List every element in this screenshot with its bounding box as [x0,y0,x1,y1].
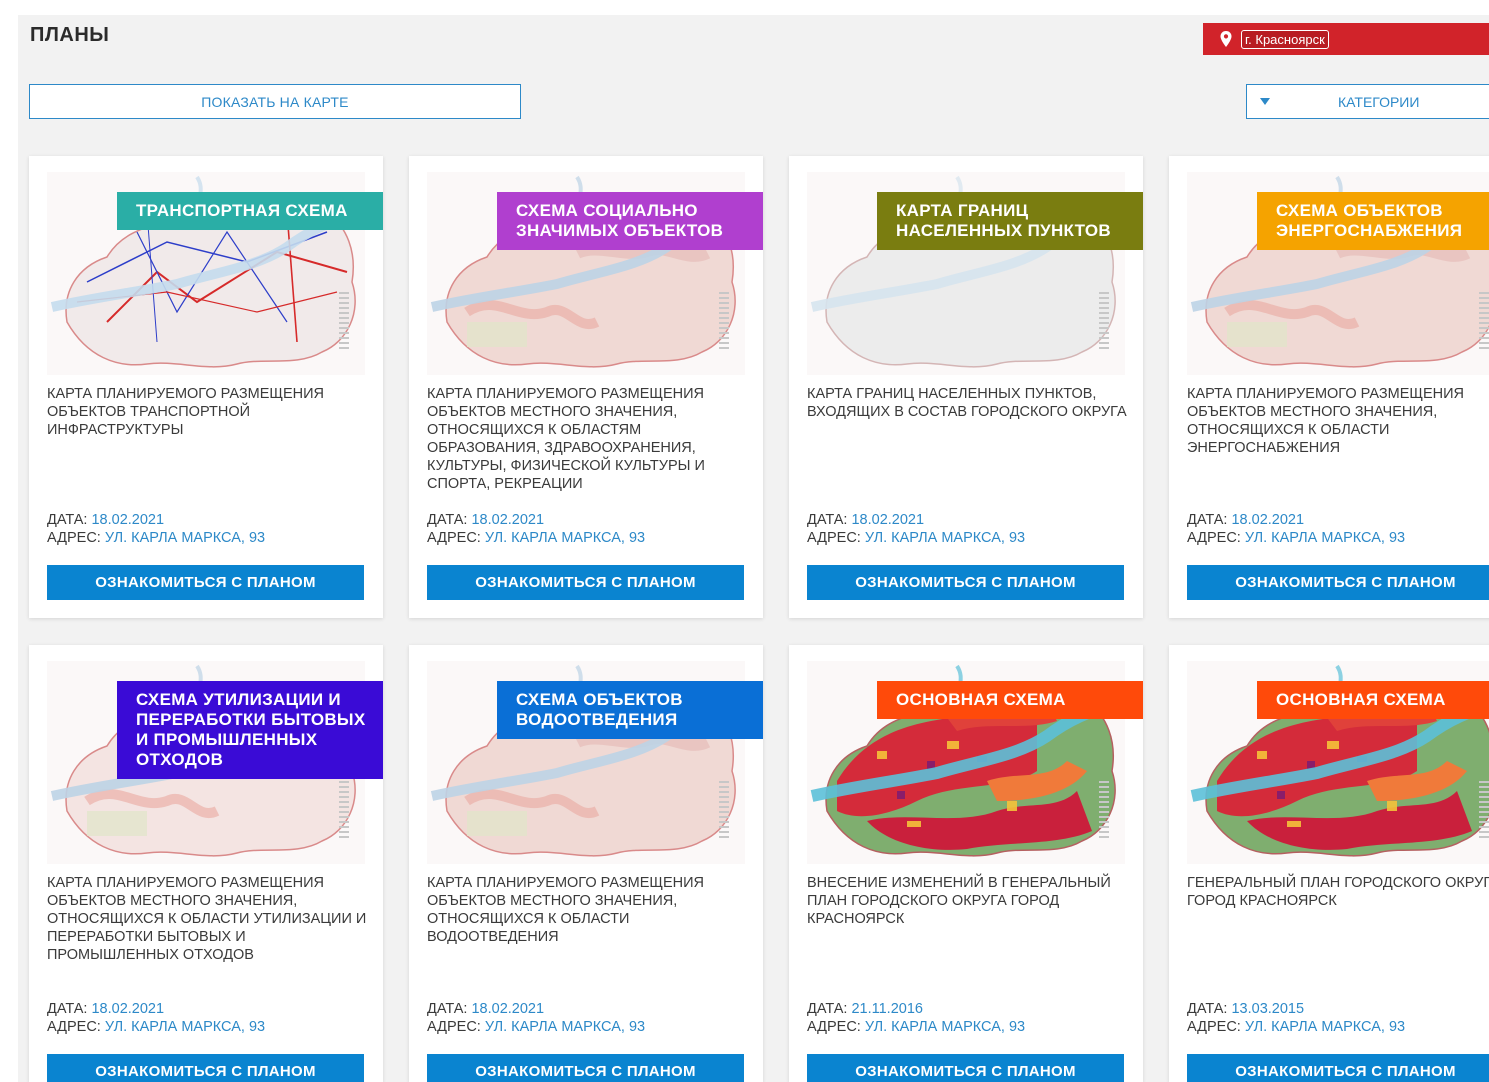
address-link[interactable]: УЛ. КАРЛА МАРКСА, 93 [485,530,645,546]
view-plan-button[interactable]: ОЗНАКОМИТЬСЯ С ПЛАНОМ [807,1054,1124,1082]
view-plan-button[interactable]: ОЗНАКОМИТЬСЯ С ПЛАНОМ [1187,1054,1489,1082]
view-plan-button[interactable]: ОЗНАКОМИТЬСЯ С ПЛАНОМ [47,1054,364,1082]
plan-description: ВНЕСЕНИЕ ИЗМЕНЕНИЙ В ГЕНЕРАЛЬНЫЙ ПЛАН ГО… [807,875,1111,927]
date-row: ДАТА: 18.02.2021 [47,1000,377,1018]
date-label: ДАТА: [427,512,468,528]
address-link[interactable]: УЛ. КАРЛА МАРКСА, 93 [485,1019,645,1035]
category-label: ОСНОВНАЯ СХЕМА [1257,681,1489,719]
address-label: АДРЕС: [807,530,861,546]
address-row: АДРЕС: УЛ. КАРЛА МАРКСА, 93 [427,1018,757,1036]
plan-description: КАРТА ПЛАНИРУЕМОГО РАЗМЕЩЕНИЯ ОБЪЕКТОВ М… [427,386,705,492]
plan-description: ГЕНЕРАЛЬНЫЙ ПЛАН ГОРОДСКОГО ОКРУГА ГОРОД… [1187,875,1489,909]
plan-meta: ДАТА: 18.02.2021 АДРЕС: УЛ. КАРЛА МАРКСА… [427,1000,757,1036]
address-link[interactable]: УЛ. КАРЛА МАРКСА, 93 [105,1019,265,1035]
address-row: АДРЕС: УЛ. КАРЛА МАРКСА, 93 [807,1018,1137,1036]
location-pin-icon [1219,31,1233,47]
plan-description: КАРТА ПЛАНИРУЕМОГО РАЗМЕЩЕНИЯ ОБЪЕКТОВ Т… [47,386,325,438]
show-on-map-button[interactable]: ПОКАЗАТЬ НА КАРТЕ [29,84,521,119]
city-label[interactable]: г. Красноярск [1241,29,1329,49]
date-label: ДАТА: [47,512,88,528]
plan-meta: ДАТА: 18.02.2021 АДРЕС: УЛ. КАРЛА МАРКСА… [427,511,757,547]
date-row: ДАТА: 18.02.2021 [47,511,377,529]
category-label: КАРТА ГРАНИЦ НАСЕЛЕННЫХ ПУНКТОВ [877,192,1143,250]
city-selector[interactable]: г. Красноярск [1203,23,1489,55]
address-label: АДРЕС: [807,1019,861,1035]
address-label: АДРЕС: [1187,530,1241,546]
category-label: ОСНОВНАЯ СХЕМА [877,681,1143,719]
date-label: ДАТА: [1187,512,1228,528]
address-label: АДРЕС: [47,1019,101,1035]
plan-meta: ДАТА: 18.02.2021 АДРЕС: УЛ. КАРЛА МАРКСА… [47,511,377,547]
date-row: ДАТА: 18.02.2021 [1187,511,1489,529]
address-link[interactable]: УЛ. КАРЛА МАРКСА, 93 [1245,1019,1405,1035]
address-link[interactable]: УЛ. КАРЛА МАРКСА, 93 [105,530,265,546]
plan-card[interactable]: КАРТА ГРАНИЦ НАСЕЛЕННЫХ ПУНКТОВ КАРТА ГР… [789,156,1143,618]
categories-label: КАТЕГОРИИ [1338,93,1420,110]
date-row: ДАТА: 13.03.2015 [1187,1000,1489,1018]
category-label: ТРАНСПОРТНАЯ СХЕМА [117,192,383,230]
date-row: ДАТА: 18.02.2021 [807,511,1137,529]
date-value: 18.02.2021 [91,512,165,528]
address-link[interactable]: УЛ. КАРЛА МАРКСА, 93 [865,530,1025,546]
address-label: АДРЕС: [427,1019,481,1035]
plan-meta: ДАТА: 18.02.2021 АДРЕС: УЛ. КАРЛА МАРКСА… [47,1000,377,1036]
date-row: ДАТА: 18.02.2021 [427,1000,757,1018]
plan-description: КАРТА ГРАНИЦ НАСЕЛЕННЫХ ПУНКТОВ, ВХОДЯЩИ… [807,386,1127,420]
date-value: 18.02.2021 [91,1001,165,1017]
address-row: АДРЕС: УЛ. КАРЛА МАРКСА, 93 [427,529,757,547]
plan-card[interactable]: СХЕМА СОЦИАЛЬНО ЗНАЧИМЫХ ОБЪЕКТОВ КАРТА … [409,156,763,618]
address-row: АДРЕС: УЛ. КАРЛА МАРКСА, 93 [807,529,1137,547]
categories-dropdown[interactable]: КАТЕГОРИИ [1246,84,1489,119]
view-plan-button[interactable]: ОЗНАКОМИТЬСЯ С ПЛАНОМ [427,1054,744,1082]
address-link[interactable]: УЛ. КАРЛА МАРКСА, 93 [865,1019,1025,1035]
address-row: АДРЕС: УЛ. КАРЛА МАРКСА, 93 [1187,529,1489,547]
date-value: 18.02.2021 [471,512,545,528]
plan-card[interactable]: СХЕМА УТИЛИЗАЦИИ И ПЕРЕРАБОТКИ БЫТОВЫХ И… [29,645,383,1082]
date-label: ДАТА: [807,1001,848,1017]
address-row: АДРЕС: УЛ. КАРЛА МАРКСА, 93 [47,1018,377,1036]
plan-meta: ДАТА: 18.02.2021 АДРЕС: УЛ. КАРЛА МАРКСА… [1187,511,1489,547]
date-label: ДАТА: [427,1001,468,1017]
category-label: СХЕМА СОЦИАЛЬНО ЗНАЧИМЫХ ОБЪЕКТОВ [497,192,763,250]
plan-meta: ДАТА: 18.02.2021 АДРЕС: УЛ. КАРЛА МАРКСА… [807,511,1137,547]
date-row: ДАТА: 18.02.2021 [427,511,757,529]
plan-description: КАРТА ПЛАНИРУЕМОГО РАЗМЕЩЕНИЯ ОБЪЕКТОВ М… [427,875,705,945]
plan-meta: ДАТА: 13.03.2015 АДРЕС: УЛ. КАРЛА МАРКСА… [1187,1000,1489,1036]
plan-card[interactable]: ОСНОВНАЯ СХЕМА ВНЕСЕНИЕ ИЗМЕНЕНИЙ В ГЕНЕ… [789,645,1143,1082]
date-value: 18.02.2021 [851,512,925,528]
date-value: 13.03.2015 [1231,1001,1305,1017]
address-link[interactable]: УЛ. КАРЛА МАРКСА, 93 [1245,530,1405,546]
plan-description: КАРТА ПЛАНИРУЕМОГО РАЗМЕЩЕНИЯ ОБЪЕКТОВ М… [47,875,367,963]
date-label: ДАТА: [807,512,848,528]
plan-card[interactable]: СХЕМА ОБЪЕКТОВ ВОДООТВЕДЕНИЯ КАРТА ПЛАНИ… [409,645,763,1082]
caret-down-icon [1260,98,1270,105]
date-value: 18.02.2021 [471,1001,545,1017]
view-plan-button[interactable]: ОЗНАКОМИТЬСЯ С ПЛАНОМ [1187,565,1489,600]
date-value: 21.11.2016 [851,1001,923,1017]
category-label: СХЕМА УТИЛИЗАЦИИ И ПЕРЕРАБОТКИ БЫТОВЫХ И… [117,681,383,779]
page-title: ПЛАНЫ [30,24,110,46]
view-plan-button[interactable]: ОЗНАКОМИТЬСЯ С ПЛАНОМ [427,565,744,600]
category-label: СХЕМА ОБЪЕКТОВ ЭНЕРГОСНАБЖЕНИЯ [1257,192,1489,250]
view-plan-button[interactable]: ОЗНАКОМИТЬСЯ С ПЛАНОМ [47,565,364,600]
plan-card[interactable]: СХЕМА ОБЪЕКТОВ ЭНЕРГОСНАБЖЕНИЯ КАРТА ПЛА… [1169,156,1489,618]
date-label: ДАТА: [1187,1001,1228,1017]
address-label: АДРЕС: [47,530,101,546]
view-plan-button[interactable]: ОЗНАКОМИТЬСЯ С ПЛАНОМ [807,565,1124,600]
plan-description: КАРТА ПЛАНИРУЕМОГО РАЗМЕЩЕНИЯ ОБЪЕКТОВ М… [1187,386,1465,456]
category-label: СХЕМА ОБЪЕКТОВ ВОДООТВЕДЕНИЯ [497,681,763,739]
date-row: ДАТА: 21.11.2016 [807,1000,1137,1018]
address-row: АДРЕС: УЛ. КАРЛА МАРКСА, 93 [47,529,377,547]
plan-card[interactable]: ОСНОВНАЯ СХЕМА ГЕНЕРАЛЬНЫЙ ПЛАН ГОРОДСКО… [1169,645,1489,1082]
plan-meta: ДАТА: 21.11.2016 АДРЕС: УЛ. КАРЛА МАРКСА… [807,1000,1137,1036]
address-label: АДРЕС: [1187,1019,1241,1035]
address-label: АДРЕС: [427,530,481,546]
plan-card[interactable]: ТРАНСПОРТНАЯ СХЕМА КАРТА ПЛАНИРУЕМОГО РА… [29,156,383,618]
address-row: АДРЕС: УЛ. КАРЛА МАРКСА, 93 [1187,1018,1489,1036]
date-label: ДАТА: [47,1001,88,1017]
date-value: 18.02.2021 [1231,512,1305,528]
